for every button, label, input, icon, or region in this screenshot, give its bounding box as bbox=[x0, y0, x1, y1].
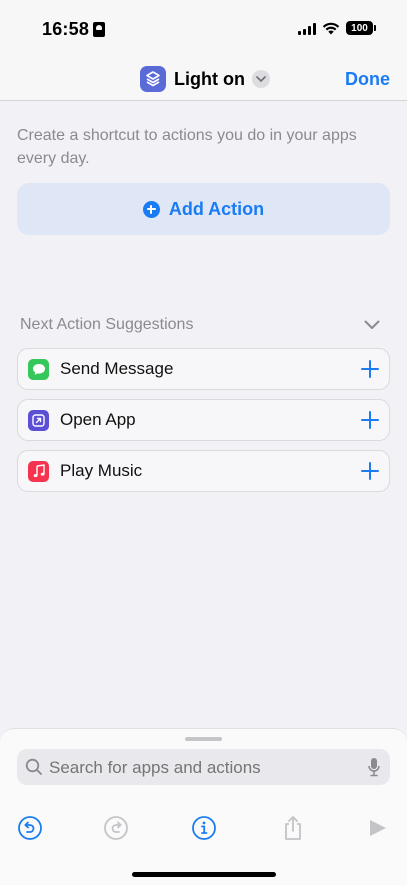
plus-circle-icon bbox=[142, 200, 160, 218]
add-action-label: Add Action bbox=[168, 198, 265, 219]
status-time: 16:58 bbox=[42, 19, 90, 39]
redo-icon[interactable] bbox=[103, 815, 129, 841]
music-icon bbox=[28, 460, 49, 482]
shortcut-title-menu[interactable]: Light on bbox=[140, 66, 270, 92]
search-bar[interactable] bbox=[17, 749, 390, 785]
home-indicator bbox=[132, 872, 276, 877]
suggestion-open-app[interactable]: Open App bbox=[17, 399, 390, 441]
done-button[interactable]: Done bbox=[345, 69, 390, 90]
plus-icon[interactable] bbox=[361, 462, 379, 480]
action-search-sheet bbox=[0, 728, 407, 885]
info-icon[interactable] bbox=[191, 815, 217, 841]
chevron-down-icon bbox=[251, 70, 270, 88]
suggestion-label: Send Message bbox=[60, 359, 174, 378]
plus-icon[interactable] bbox=[361, 360, 379, 378]
wifi-icon bbox=[322, 22, 340, 34]
nav-bar: Light on Done bbox=[0, 58, 407, 101]
plus-icon[interactable] bbox=[361, 411, 379, 429]
battery-icon: 100 bbox=[346, 21, 376, 35]
suggestion-label: Play Music bbox=[60, 461, 143, 480]
page-title: Light on bbox=[174, 68, 245, 89]
undo-icon[interactable] bbox=[17, 815, 43, 841]
description-text: Create a shortcut to actions you do in y… bbox=[17, 127, 357, 167]
suggestions-header: Next Action Suggestions bbox=[20, 316, 194, 333]
search-input[interactable] bbox=[49, 758, 349, 778]
shortcuts-app-icon bbox=[140, 66, 166, 92]
messages-icon bbox=[28, 358, 49, 380]
cellular-signal-icon bbox=[298, 22, 316, 35]
add-action-button[interactable]: Add Action bbox=[17, 183, 390, 235]
suggestion-label: Open App bbox=[60, 410, 136, 429]
microphone-icon[interactable] bbox=[368, 757, 380, 777]
sheet-grabber[interactable] bbox=[185, 737, 222, 741]
search-icon bbox=[25, 758, 42, 775]
status-indicators: 100 bbox=[298, 21, 376, 35]
suggestion-send-message[interactable]: Send Message bbox=[17, 348, 390, 390]
suggestion-play-music[interactable]: Play Music bbox=[17, 450, 390, 492]
status-bar: 16:58 100 bbox=[0, 0, 407, 58]
play-icon[interactable] bbox=[364, 815, 390, 841]
open-app-icon bbox=[28, 409, 49, 431]
id-card-icon bbox=[93, 22, 105, 37]
chevron-down-icon[interactable] bbox=[364, 320, 380, 330]
share-icon[interactable] bbox=[280, 815, 306, 841]
battery-level: 100 bbox=[351, 22, 368, 34]
